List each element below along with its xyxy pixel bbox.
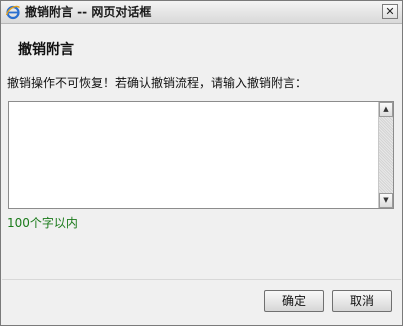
- scroll-up-arrow-icon[interactable]: ▲: [379, 102, 393, 117]
- close-icon: ✕: [385, 5, 395, 18]
- char-limit-note: 100个字以内: [7, 216, 78, 230]
- remark-textarea[interactable]: [9, 102, 378, 208]
- window-title: 撤销附言 -- 网页对话框: [25, 5, 152, 19]
- title-bar[interactable]: 撤销附言 -- 网页对话框 ✕: [1, 1, 402, 24]
- ok-button[interactable]: 确定: [264, 290, 324, 312]
- textarea-scrollbar[interactable]: ▲ ▼: [378, 102, 393, 208]
- remark-textarea-container: ▲ ▼: [8, 101, 394, 209]
- dialog-heading: 撤销附言: [18, 42, 74, 58]
- dialog-window: 撤销附言 -- 网页对话框 ✕ 撤销附言 撤销操作不可恢复！若确认撤销流程，请输…: [0, 0, 403, 326]
- scroll-down-arrow-icon[interactable]: ▼: [379, 193, 393, 208]
- ie-icon: [5, 5, 20, 20]
- button-bar: 确定 取消: [2, 279, 401, 325]
- content-panel: 撤销附言 撤销操作不可恢复！若确认撤销流程，请输入撤销附言： ▲ ▼ 100个字…: [2, 24, 401, 279]
- close-button[interactable]: ✕: [382, 4, 398, 19]
- dialog-prompt: 撤销操作不可恢复！若确认撤销流程，请输入撤销附言：: [7, 76, 308, 90]
- cancel-button[interactable]: 取消: [332, 290, 392, 312]
